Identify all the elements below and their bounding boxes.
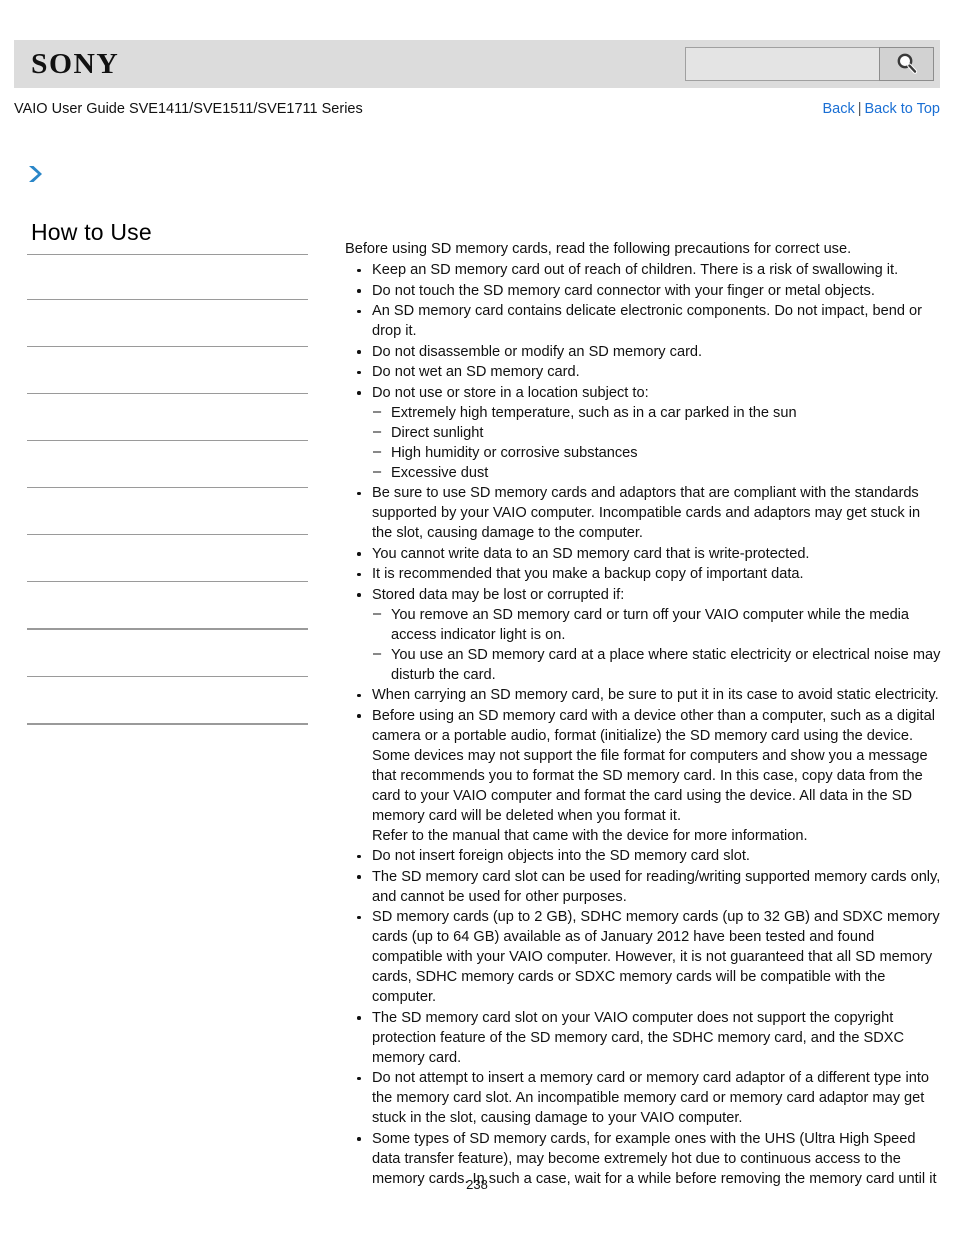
list-item-extra-text: Refer to the manual that came with the d…: [372, 827, 808, 844]
back-link[interactable]: Back: [822, 101, 854, 117]
search-button[interactable]: [879, 47, 934, 81]
precautions-list: Keep an SD memory card out of reach of c…: [345, 260, 941, 1189]
list-item: An SD memory card contains delicate elec…: [345, 301, 941, 341]
sub-list-item: Extremely high temperature, such as in a…: [372, 402, 941, 423]
list-item-text: The SD memory card slot can be used for …: [372, 868, 941, 905]
sub-list: Extremely high temperature, such as in a…: [372, 402, 941, 483]
list-item-text: Do not attempt to insert a memory card o…: [372, 1070, 929, 1126]
sub-list-item: Excessive dust: [372, 462, 941, 483]
list-item-text: Do not touch the SD memory card connecto…: [372, 282, 875, 299]
sub-header: VAIO User Guide SVE1411/SVE1511/SVE1711 …: [14, 101, 940, 117]
list-item: Stored data may be lost or corrupted if:…: [345, 585, 941, 685]
page-number: 238: [466, 1177, 488, 1192]
sidebar-item-7[interactable]: [27, 535, 308, 581]
list-item-text: Keep an SD memory card out of reach of c…: [372, 262, 899, 278]
list-item-text: The SD memory card slot on your VAIO com…: [372, 1009, 905, 1066]
sidebar-item-1[interactable]: [27, 255, 308, 299]
list-item-text: Be sure to use SD memory cards and adapt…: [372, 485, 921, 541]
list-item: Do not insert foreign objects into the S…: [345, 846, 941, 866]
sidebar-item-3[interactable]: [27, 347, 308, 393]
list-item: Do not touch the SD memory card connecto…: [345, 281, 941, 301]
list-item: Be sure to use SD memory cards and adapt…: [345, 483, 941, 543]
main-content: Before using SD memory cards, read the f…: [345, 239, 941, 1189]
page-title: How to Use: [31, 219, 152, 245]
sub-list-item: You remove an SD memory card or turn off…: [372, 604, 941, 645]
breadcrumb[interactable]: [24, 163, 46, 185]
sidebar-item-5[interactable]: [27, 441, 308, 487]
sub-list: You remove an SD memory card or turn off…: [372, 604, 941, 685]
list-item: Do not attempt to insert a memory card o…: [345, 1068, 941, 1128]
search-icon: [894, 51, 920, 77]
sidebar: How to Use: [27, 219, 308, 726]
list-item-text: Do not insert foreign objects into the S…: [372, 848, 750, 864]
list-item: Do not wet an SD memory card.: [345, 362, 941, 382]
list-item-text: Do not wet an SD memory card.: [372, 364, 580, 380]
list-item-text: Do not disassemble or modify an SD memor…: [372, 343, 703, 360]
list-item: Before using an SD memory card with a de…: [345, 706, 941, 846]
back-to-top-link[interactable]: Back to Top: [864, 101, 940, 117]
list-item-text: An SD memory card contains delicate elec…: [372, 303, 922, 339]
list-item: Keep an SD memory card out of reach of c…: [345, 260, 941, 280]
list-item: Do not disassemble or modify an SD memor…: [345, 342, 941, 362]
list-item-text: It is recommended that you make a backup…: [372, 566, 804, 582]
search-input[interactable]: [685, 47, 879, 81]
search-area: [685, 47, 934, 81]
list-item: SD memory cards (up to 2 GB), SDHC memor…: [345, 907, 941, 1007]
list-item-text: You cannot write data to an SD memory ca…: [372, 545, 810, 562]
list-item-text: SD memory cards (up to 2 GB), SDHC memor…: [372, 909, 940, 1005]
list-item: It is recommended that you make a backup…: [345, 564, 941, 584]
list-item-text: When carrying an SD memory card, be sure…: [372, 687, 939, 703]
sidebar-item-4[interactable]: [27, 394, 308, 440]
list-item: The SD memory card slot on your VAIO com…: [345, 1008, 941, 1068]
sidebar-item-2[interactable]: [27, 300, 308, 346]
sidebar-item-10[interactable]: [27, 677, 308, 723]
list-item-text: Before using an SD memory card with a de…: [372, 707, 935, 824]
intro-paragraph: Before using SD memory cards, read the f…: [345, 241, 852, 257]
list-item: The SD memory card slot can be used for …: [345, 867, 941, 907]
list-item: You cannot write data to an SD memory ca…: [345, 544, 941, 564]
sidebar-item-9[interactable]: [27, 630, 308, 676]
sidebar-item-6[interactable]: [27, 488, 308, 534]
sub-list-item: You use an SD memory card at a place whe…: [372, 644, 941, 685]
header-nav-links: Back | Back to Top: [822, 101, 940, 117]
sidebar-divider-10: [27, 723, 308, 726]
sub-list-item: Direct sunlight: [372, 422, 941, 443]
guide-title: VAIO User Guide SVE1411/SVE1511/SVE1711 …: [14, 101, 363, 117]
sony-logo: SONY: [31, 47, 120, 80]
sidebar-item-8[interactable]: [27, 582, 308, 628]
sub-list-item: High humidity or corrosive substances: [372, 442, 941, 463]
list-item-text: Do not use or store in a location subjec…: [372, 384, 649, 401]
site-header: SONY: [14, 40, 940, 88]
list-item-text: Stored data may be lost or corrupted if:: [372, 586, 625, 603]
chevron-right-icon: [24, 163, 46, 185]
list-item: Do not use or store in a location subjec…: [345, 383, 941, 483]
list-item: When carrying an SD memory card, be sure…: [345, 685, 941, 705]
